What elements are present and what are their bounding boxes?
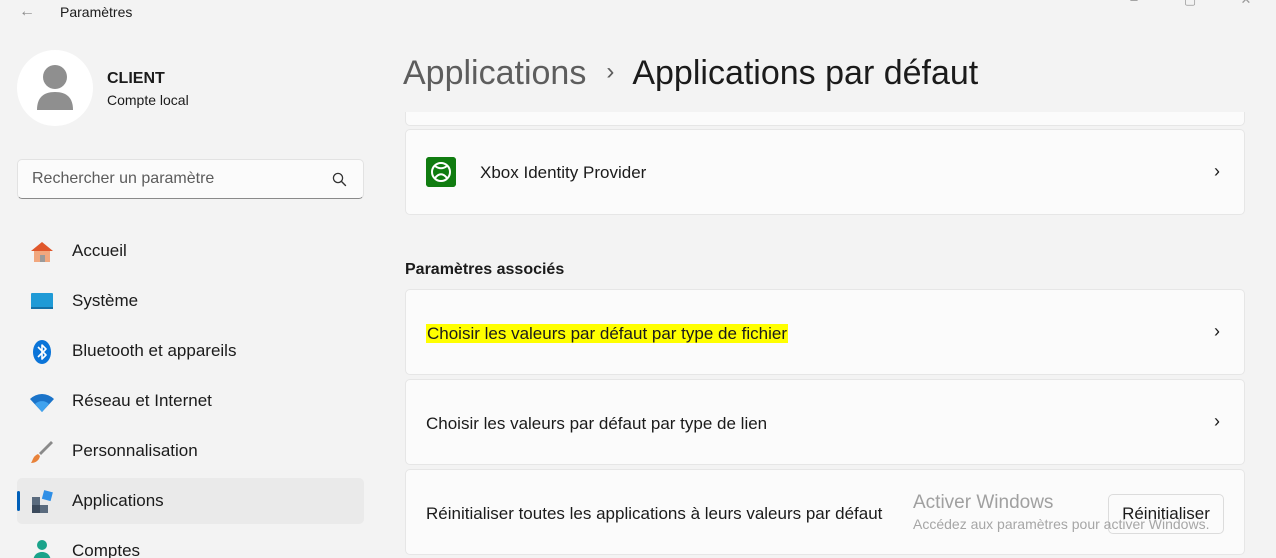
sidebar-item-label: Applications	[72, 491, 164, 510]
link-label: Choisir les valeurs par défaut par type …	[426, 324, 789, 344]
section-title: Paramètres associés	[405, 261, 565, 278]
link-label: Choisir les valeurs par défaut par type …	[426, 414, 768, 433]
search-box[interactable]	[17, 159, 364, 199]
search-icon[interactable]	[332, 172, 347, 187]
default-by-file-type-link[interactable]: Choisir les valeurs par défaut par type …	[405, 289, 1245, 375]
app-list-item[interactable]	[405, 112, 1245, 126]
sidebar-item-label: Personnalisation	[72, 441, 198, 460]
chevron-right-icon: ›	[1214, 161, 1220, 181]
sidebar-item-personnalisation[interactable]: Personnalisation	[17, 428, 364, 474]
sidebar-item-label: Comptes	[72, 541, 141, 558]
avatar[interactable]	[17, 50, 93, 126]
brush-icon	[31, 441, 53, 463]
breadcrumb-parent[interactable]: Applications	[403, 54, 586, 92]
highlighted-text: Choisir les valeurs par défaut par type …	[426, 324, 789, 343]
sidebar-item-comptes[interactable]: Comptes	[17, 528, 364, 558]
accounts-icon	[33, 540, 51, 558]
sidebar-item-label: Réseau et Internet	[72, 391, 212, 410]
sidebar-item-applications[interactable]: Applications	[17, 478, 364, 524]
reset-label: Réinitialiser toutes les applications à …	[426, 504, 883, 523]
sidebar-item-bluetooth[interactable]: Bluetooth et appareils	[17, 328, 364, 374]
back-arrow-icon: ←	[19, 3, 35, 20]
sidebar-item-label: Accueil	[72, 241, 127, 260]
breadcrumb: Applications › Applications par défaut	[403, 54, 978, 98]
xbox-icon	[426, 157, 456, 187]
sidebar-item-label: Système	[72, 291, 139, 310]
home-icon	[31, 242, 53, 262]
default-by-link-type-link[interactable]: Choisir les valeurs par défaut par type …	[405, 379, 1245, 465]
chevron-right-icon: ›	[1214, 321, 1220, 341]
wifi-icon	[30, 394, 54, 412]
title-bar: ← Paramètres – ▢ ✕	[0, 0, 1276, 26]
bluetooth-icon	[33, 340, 51, 364]
window-title: Paramètres	[60, 4, 133, 20]
chevron-right-icon: ›	[606, 57, 615, 85]
maximize-button[interactable]: ▢	[1180, 0, 1200, 8]
account-type: Compte local	[107, 92, 189, 108]
close-button[interactable]: ✕	[1236, 0, 1256, 8]
activation-watermark-title: Activer Windows	[913, 492, 1054, 513]
sidebar-item-label: Bluetooth et appareils	[72, 341, 237, 360]
sidebar-item-accueil[interactable]: Accueil	[17, 228, 364, 274]
active-indicator	[17, 491, 20, 511]
chevron-right-icon: ›	[1214, 411, 1220, 431]
sidebar-item-reseau[interactable]: Réseau et Internet	[17, 378, 364, 424]
app-list-item-xbox[interactable]: Xbox Identity Provider ›	[405, 129, 1245, 215]
search-input[interactable]	[18, 160, 318, 198]
activation-watermark-subtitle: Accédez aux paramètres pour activer Wind…	[913, 516, 1210, 532]
sidebar-item-systeme[interactable]: Système	[17, 278, 364, 324]
user-name: CLIENT	[107, 70, 165, 87]
back-button[interactable]: ←	[14, 2, 40, 22]
apps-icon	[32, 490, 53, 513]
page-title: Applications par défaut	[632, 54, 979, 92]
content-area: Xbox Identity Provider › Paramètres asso…	[405, 112, 1245, 558]
reset-defaults-row: Réinitialiser toutes les applications à …	[405, 469, 1245, 555]
app-name: Xbox Identity Provider	[480, 163, 647, 182]
minimize-button[interactable]: –	[1124, 0, 1144, 8]
system-icon	[31, 293, 53, 309]
user-icon	[37, 65, 73, 110]
